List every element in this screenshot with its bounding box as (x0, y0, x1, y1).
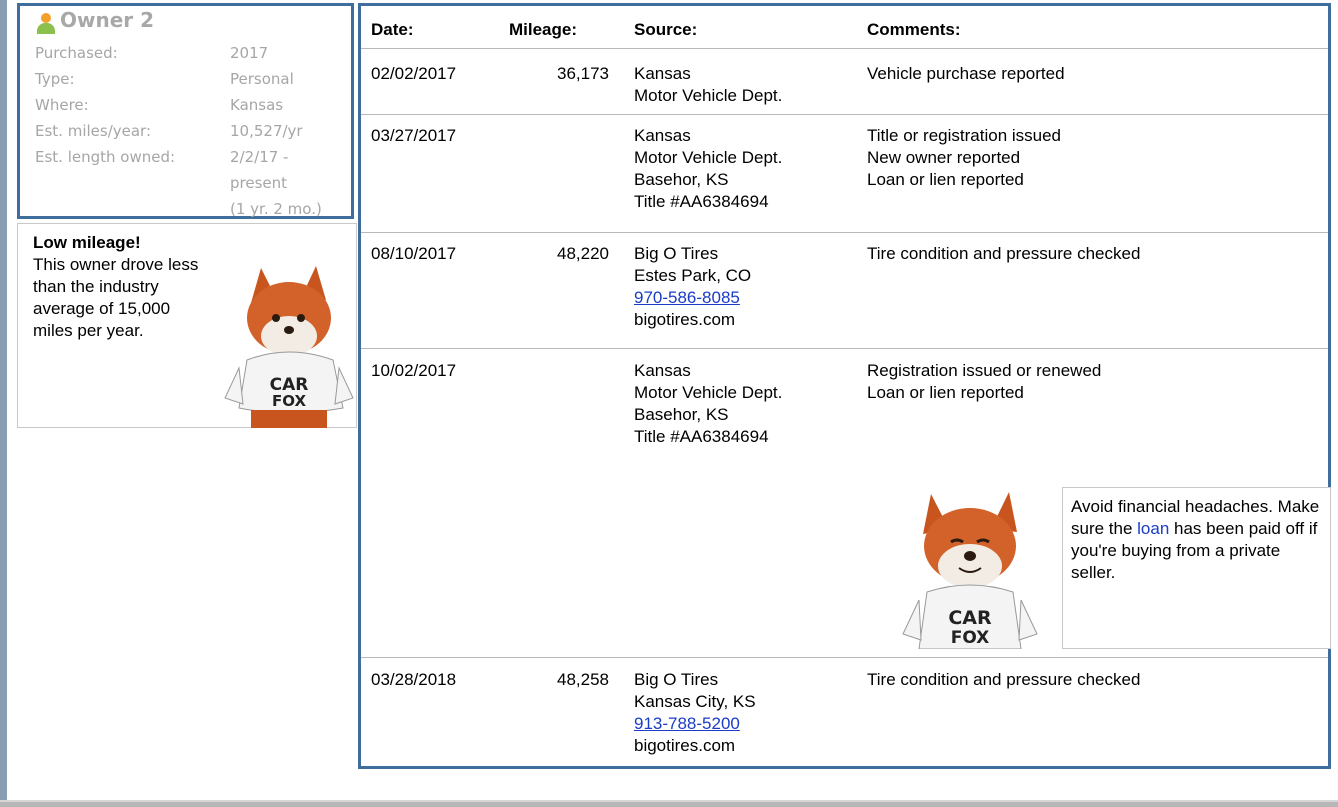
owner-info-value: present (230, 174, 288, 192)
row-source: Big O Tires Estes Park, CO 970-586-8085 b… (634, 244, 752, 329)
header-mileage: Mileage: (509, 20, 578, 39)
owner-title: Owner 2 (60, 8, 155, 32)
row-date: 03/27/2017 (371, 126, 457, 145)
row-divider (361, 657, 1328, 658)
page-left-border (0, 0, 7, 807)
row-source: Kansas Motor Vehicle Dept. Basehor, KS Tit… (634, 361, 783, 446)
loan-tip-callout: Avoid financial headaches. Make sure the… (1062, 487, 1331, 649)
row-mileage: 48,220 (557, 244, 609, 263)
row-mileage: 48,258 (557, 670, 609, 689)
header-date: Date: (371, 20, 414, 39)
row-source: Kansas Motor Vehicle Dept. (634, 64, 783, 105)
row-date: 10/02/2017 (371, 361, 457, 380)
header-source: Source: (634, 20, 698, 39)
owner-info-label: Where: (35, 96, 89, 114)
row-date: 03/28/2018 (371, 670, 457, 689)
row-divider (361, 114, 1328, 115)
owner-info-label: Est. miles/year: (35, 122, 152, 140)
carfox-mascot-icon: CAR FOX (224, 266, 354, 428)
row-date: 02/02/2017 (371, 64, 457, 83)
loan-link[interactable]: loan (1137, 519, 1169, 538)
owner-info-label: Est. length owned: (35, 148, 176, 166)
owner-summary-box: Owner 2 Purchased: 2017 Type: Personal W… (17, 3, 354, 219)
row-divider (361, 48, 1328, 49)
page-bottom-border (0, 802, 1338, 807)
row-comments: Vehicle purchase reported (867, 64, 1065, 83)
low-mileage-title: Low mileage! (33, 233, 141, 252)
owner-info-value: 10,527/yr (230, 122, 303, 140)
owner-info-label: Type: (35, 70, 75, 88)
header-comments: Comments: (867, 20, 961, 39)
owner-info-value: Kansas (230, 96, 284, 114)
row-source: Big O Tires Kansas City, KS 913-788-5200 … (634, 670, 756, 755)
owner-info-label: Purchased: (35, 44, 118, 62)
row-divider (361, 232, 1328, 233)
owner-info-value: (1 yr. 2 mo.) (230, 200, 322, 218)
row-comments: Title or registration issued New owner re… (867, 126, 1062, 189)
phone-link[interactable]: 913-788-5200 (634, 714, 740, 733)
owner-info-value: 2/2/17 - (230, 148, 289, 166)
row-comments: Tire condition and pressure checked (867, 244, 1141, 263)
low-mileage-callout: Low mileage! This owner drove less than … (17, 223, 357, 428)
row-source: Kansas Motor Vehicle Dept. Basehor, KS Tit… (634, 126, 783, 211)
svg-text:CAR: CAR (948, 607, 992, 629)
svg-text:FOX: FOX (951, 628, 990, 648)
phone-link[interactable]: 970-586-8085 (634, 288, 740, 307)
row-comments: Tire condition and pressure checked (867, 670, 1141, 689)
history-table: Date: Mileage: Source: Comments: 02/02/2… (358, 3, 1331, 769)
person-icon (37, 13, 55, 34)
row-divider (361, 348, 1328, 349)
carfox-mascot-icon: CAR FOX (902, 492, 1038, 649)
low-mileage-body: This owner drove less than the industry … (33, 255, 199, 340)
row-mileage: 36,173 (557, 64, 609, 83)
row-comments: Registration issued or renewed Loan or li… (867, 361, 1102, 402)
svg-text:FOX: FOX (272, 392, 306, 410)
owner-info-value: Personal (230, 70, 294, 88)
owner-info-value: 2017 (230, 44, 269, 62)
row-date: 08/10/2017 (371, 244, 457, 263)
